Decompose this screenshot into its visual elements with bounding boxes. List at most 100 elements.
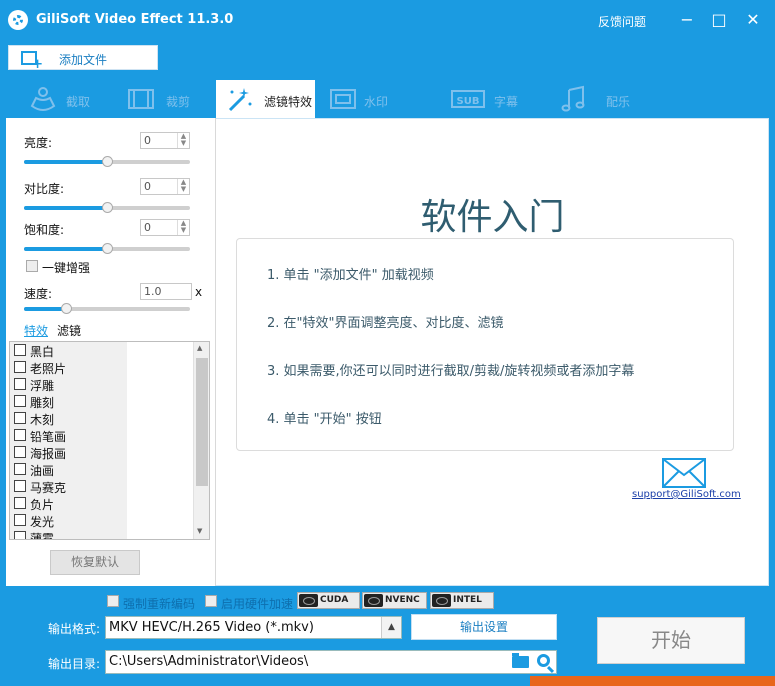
slider-thumb[interactable] <box>102 202 113 213</box>
list-item[interactable]: 雕刻 <box>13 393 123 410</box>
cuda-label: CUDA <box>320 595 349 605</box>
tab-music[interactable]: 配乐 <box>556 80 646 118</box>
list-item[interactable]: 老照片 <box>13 359 123 376</box>
contrast-value: 0 <box>144 180 151 193</box>
slider-fill <box>24 206 107 210</box>
effect-label: 马赛克 <box>30 481 67 495</box>
brightness-label: 亮度: <box>24 136 53 150</box>
effect-checkbox[interactable] <box>14 344 26 356</box>
list-item[interactable]: 铅笔画 <box>13 427 123 444</box>
effect-checkbox[interactable] <box>14 378 26 390</box>
list-item[interactable]: 薄雾 <box>13 529 123 539</box>
effect-checkbox[interactable] <box>14 497 26 509</box>
list-item[interactable]: 负片 <box>13 495 123 512</box>
force-reencode-checkbox[interactable] <box>107 595 119 607</box>
subtitle-icon: SUB <box>451 90 485 108</box>
speed-slider[interactable] <box>24 303 190 314</box>
add-file-button[interactable]: 添加文件 <box>8 45 158 72</box>
tab-filter-effects[interactable]: 滤镜特效 <box>216 80 315 118</box>
list-item[interactable]: 浮雕 <box>13 376 123 393</box>
slider-fill <box>24 160 107 164</box>
list-item[interactable]: 油画 <box>13 461 123 478</box>
effect-checkbox[interactable] <box>14 361 26 373</box>
effect-checkbox[interactable] <box>14 480 26 492</box>
spinner-arrows-icon[interactable]: ▲ ▼ <box>177 179 189 194</box>
tab-filters[interactable]: 滤镜 <box>57 322 81 339</box>
effect-list-scrollbar[interactable]: ▲ ▼ <box>193 342 209 539</box>
list-item[interactable]: 木刻 <box>13 410 123 427</box>
brightness-value: 0 <box>144 134 151 147</box>
list-item[interactable]: 黑白 <box>13 342 123 359</box>
effect-label: 海报画 <box>30 447 67 461</box>
tab-effects[interactable]: 特效 <box>24 322 48 339</box>
nvenc-badge: NVENC <box>362 592 427 609</box>
spinner-arrows-icon[interactable]: ▲ ▼ <box>177 220 189 235</box>
effect-label: 黑白 <box>30 345 55 359</box>
close-button[interactable]: ✕ <box>740 8 766 32</box>
slider-thumb[interactable] <box>102 156 113 167</box>
output-settings-button[interactable]: 输出设置 <box>411 614 557 640</box>
effect-checkbox[interactable] <box>14 412 26 424</box>
output-dir-input[interactable]: C:\Users\Administrator\Videos\ <box>105 650 557 674</box>
saturation-label: 饱和度: <box>24 223 65 237</box>
effect-list[interactable]: 黑白 老照片 浮雕 雕刻 木刻 铅笔画 海报画 油画 马赛克 负片 发光 薄雾 … <box>9 341 210 540</box>
auto-enhance-checkbox[interactable] <box>26 260 38 272</box>
open-folder-icon[interactable] <box>512 653 529 668</box>
list-item[interactable]: 发光 <box>13 512 123 529</box>
speed-value: 1.0 <box>144 285 162 298</box>
effect-label: 雕刻 <box>30 396 55 410</box>
mail-icon[interactable] <box>662 458 706 488</box>
guide-title: 软件入门 <box>420 197 565 238</box>
effect-checkbox[interactable] <box>14 429 26 441</box>
tab-subtitle[interactable]: SUB 字幕 <box>446 80 536 118</box>
tab-watermark[interactable]: 水印 <box>326 80 416 118</box>
spinner-arrows-icon[interactable]: ▲ ▼ <box>177 133 189 148</box>
effect-checkbox[interactable] <box>14 463 26 475</box>
contrast-slider[interactable] <box>24 202 190 213</box>
tab-trim[interactable]: 截取 <box>14 80 104 118</box>
brightness-spinner[interactable]: 0 ▲ ▼ <box>140 132 190 149</box>
output-dir-label: 输出目录: <box>48 657 101 671</box>
effect-checkbox[interactable] <box>14 395 26 407</box>
slider-thumb[interactable] <box>102 243 113 254</box>
search-icon[interactable] <box>537 654 550 667</box>
saturation-slider[interactable] <box>24 243 190 254</box>
effect-checkbox[interactable] <box>14 446 26 458</box>
guide-step: 4. 单击 "开始" 按钮 <box>267 412 382 427</box>
tab-crop[interactable]: 裁剪 <box>118 80 208 118</box>
effect-checkbox[interactable] <box>14 531 26 539</box>
feedback-link[interactable]: 反馈问题 <box>598 13 646 30</box>
guide-step: 3. 如果需要,你还可以同时进行截取/剪裁/旋转视频或者添加字幕 <box>267 364 635 379</box>
maximize-button[interactable]: □ <box>706 8 732 32</box>
effect-checkbox[interactable] <box>14 514 26 526</box>
effect-label: 浮雕 <box>30 379 55 393</box>
start-button[interactable]: 开始 <box>597 617 745 664</box>
support-email-link[interactable]: support@GiliSoft.com <box>632 489 741 500</box>
saturation-value: 0 <box>144 221 151 234</box>
effect-label: 木刻 <box>30 413 55 427</box>
scroll-up-icon[interactable]: ▲ <box>197 344 202 352</box>
output-format-select[interactable]: MKV HEVC/H.265 Video (*.mkv) ▲ <box>105 616 402 639</box>
list-item[interactable]: 海报画 <box>13 444 123 461</box>
force-reencode-label: 强制重新编码 <box>123 597 196 611</box>
scroll-thumb[interactable] <box>196 358 208 486</box>
reset-default-button[interactable]: 恢复默认 <box>50 550 140 575</box>
svg-text:SUB: SUB <box>457 96 480 107</box>
tab-trim-label: 截取 <box>66 95 91 109</box>
dropdown-arrow-icon[interactable]: ▲ <box>381 617 401 638</box>
output-dir-value: C:\Users\Administrator\Videos\ <box>109 654 309 669</box>
hw-accel-checkbox[interactable] <box>205 595 217 607</box>
brightness-slider[interactable] <box>24 156 190 167</box>
tab-watermark-label: 水印 <box>364 95 389 109</box>
guide-step: 2. 在"特效"界面调整亮度、对比度、滤镜 <box>267 316 504 331</box>
contrast-spinner[interactable]: 0 ▲ ▼ <box>140 178 190 195</box>
tab-crop-label: 裁剪 <box>166 95 191 109</box>
intel-label: INTEL <box>453 595 482 605</box>
scroll-down-icon[interactable]: ▼ <box>197 527 202 535</box>
saturation-spinner[interactable]: 0 ▲ ▼ <box>140 219 190 236</box>
slider-thumb[interactable] <box>60 303 72 314</box>
nvenc-label: NVENC <box>385 595 420 605</box>
list-item[interactable]: 马赛克 <box>13 478 123 495</box>
minimize-button[interactable]: − <box>674 8 700 32</box>
speed-input[interactable]: 1.0 <box>140 283 192 300</box>
